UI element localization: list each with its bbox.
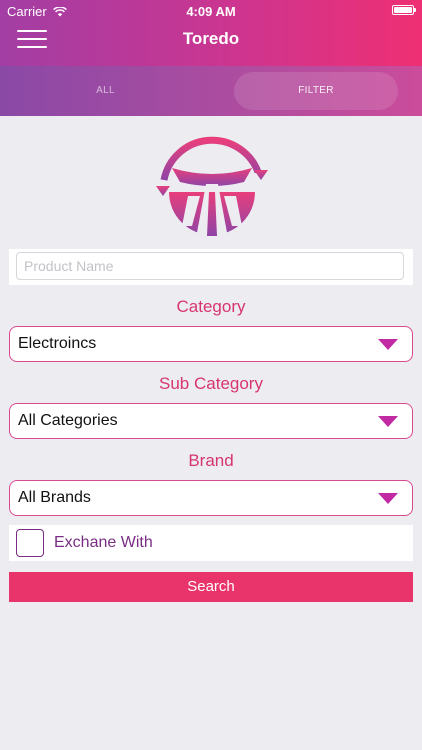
caret-down-icon bbox=[378, 416, 398, 427]
brand-label: Brand bbox=[188, 451, 234, 470]
category-dropdown[interactable]: Electroincs bbox=[9, 326, 413, 362]
toredo-logo bbox=[156, 136, 268, 238]
caret-down-icon bbox=[378, 339, 398, 350]
exchange-checkbox[interactable] bbox=[16, 529, 44, 557]
subcategory-label: Sub Category bbox=[159, 374, 263, 393]
tab-all[interactable]: ALL bbox=[0, 72, 211, 110]
search-button[interactable]: Search bbox=[9, 572, 413, 602]
category-value: Electroincs bbox=[18, 335, 97, 352]
product-name-input[interactable] bbox=[16, 252, 404, 280]
page-title: Toredo bbox=[182, 29, 240, 48]
status-bar: Carrier 4:09 AM bbox=[0, 0, 422, 22]
exchange-row: Exchane With bbox=[9, 525, 413, 561]
tab-bar: ALL FILTER bbox=[0, 66, 422, 116]
category-label: Category bbox=[176, 297, 246, 316]
brand-dropdown[interactable]: All Brands bbox=[9, 480, 413, 516]
tab-filter[interactable]: FILTER bbox=[234, 72, 398, 110]
navigation-header: Carrier 4:09 AM Toredo bbox=[0, 0, 422, 66]
caret-down-icon bbox=[378, 493, 398, 504]
product-name-container bbox=[9, 249, 413, 285]
exchange-label: Exchane With bbox=[54, 534, 153, 551]
subcategory-value: All Categories bbox=[18, 412, 118, 429]
status-time: 4:09 AM bbox=[186, 4, 236, 19]
subcategory-dropdown[interactable]: All Categories bbox=[9, 403, 413, 439]
battery-icon bbox=[392, 5, 416, 15]
battery-level bbox=[394, 7, 412, 13]
brand-value: All Brands bbox=[18, 489, 91, 506]
